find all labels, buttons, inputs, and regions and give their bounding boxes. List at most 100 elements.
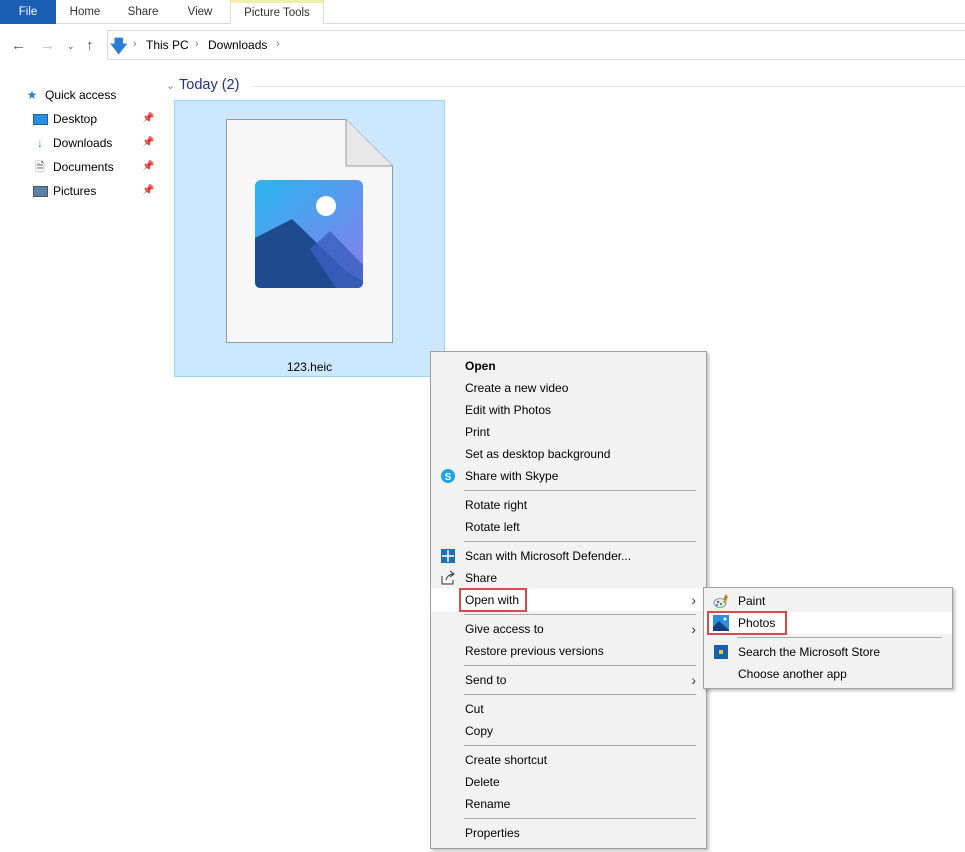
pictures-icon <box>32 181 48 201</box>
chevron-right-icon: › <box>691 592 696 608</box>
menu-item-cut[interactable]: Cut <box>431 698 706 720</box>
menu-item-send-to[interactable]: Send to › <box>431 669 706 691</box>
menu-separator <box>431 691 706 698</box>
share-icon <box>441 570 455 585</box>
open-with-submenu: Paint Photos Search the Microsoft Store Cho… <box>703 587 953 689</box>
menu-item-label: Give access to <box>465 622 544 636</box>
menu-item-print[interactable]: Print <box>431 421 706 443</box>
skype-icon: S <box>441 469 455 483</box>
menu-separator <box>704 634 952 641</box>
highlight-box <box>707 611 787 635</box>
sidebar-item-pictures[interactable]: Pictures <box>32 181 96 201</box>
download-icon: ↓ <box>37 136 43 150</box>
breadcrumb-chevron-icon: › <box>133 38 137 50</box>
menu-item-label: Send to <box>465 673 507 687</box>
menu-item-label: Rotate left <box>465 520 520 534</box>
menu-item-rotate-right[interactable]: Rotate right <box>431 494 706 516</box>
menu-item-label: Cut <box>465 702 484 716</box>
menu-item-label: Delete <box>465 775 500 789</box>
tab-home[interactable]: Home <box>60 0 110 24</box>
menu-item-label: Choose another app <box>738 667 847 681</box>
menu-item-label: Rotate right <box>465 498 528 512</box>
sidebar-item-label: Quick access <box>45 88 117 102</box>
star-icon: ★ <box>26 88 38 102</box>
menu-item-label: Restore previous versions <box>465 644 604 658</box>
tab-file[interactable]: File <box>0 0 56 24</box>
sidebar-item-label: Downloads <box>53 136 113 150</box>
context-menu: Open Create a new video Edit with Photos Pr… <box>430 351 707 849</box>
paint-icon <box>713 594 729 608</box>
menu-item-label: Open <box>465 359 496 373</box>
menu-separator <box>431 611 706 618</box>
menu-item-copy[interactable]: Copy <box>431 720 706 742</box>
chevron-down-icon: ⌄ <box>166 80 176 92</box>
menu-item-label: Rename <box>465 797 511 811</box>
up-arrow-icon[interactable]: ↑ <box>86 37 94 54</box>
image-file-icon <box>226 119 393 343</box>
sidebar-quick-access[interactable]: ★ Quick access <box>24 85 117 105</box>
menu-item-create-shortcut[interactable]: Create shortcut <box>431 749 706 771</box>
pin-icon[interactable]: 📌 <box>142 137 154 148</box>
file-name[interactable]: 123.heic <box>174 360 445 374</box>
menu-item-rename[interactable]: Rename <box>431 793 706 815</box>
menu-item-label: Create a new video <box>465 381 569 395</box>
sidebar-item-label: Desktop <box>53 112 98 126</box>
menu-item-label: Paint <box>738 594 766 608</box>
sidebar-item-downloads[interactable]: ↓ Downloads <box>32 133 112 153</box>
chevron-right-icon: › <box>691 672 696 688</box>
menu-item-choose-another-app[interactable]: Choose another app <box>704 663 952 685</box>
defender-icon <box>441 549 455 563</box>
recent-chevron-icon[interactable]: ⌄ <box>67 41 75 52</box>
menu-item-share[interactable]: Share <box>431 567 706 589</box>
pin-icon[interactable]: 📌 <box>142 185 154 196</box>
download-folder-icon: 🡇 <box>110 37 128 56</box>
tab-share[interactable]: Share <box>118 0 168 24</box>
menu-item-set-as-desktop-background[interactable]: Set as desktop background <box>431 443 706 465</box>
chevron-right-icon: › <box>691 621 696 637</box>
menu-item-restore-previous-versions[interactable]: Restore previous versions <box>431 640 706 662</box>
menu-item-give-access-to[interactable]: Give access to › <box>431 618 706 640</box>
pin-icon[interactable]: 📌 <box>142 113 154 124</box>
menu-item-rotate-left[interactable]: Rotate left <box>431 516 706 538</box>
tab-picture-tools[interactable]: Picture Tools <box>230 0 324 24</box>
menu-item-label: Scan with Microsoft Defender... <box>465 549 632 563</box>
sidebar-item-documents[interactable]: 🗎 Documents <box>32 157 114 177</box>
menu-item-edit-with-photos[interactable]: Edit with Photos <box>431 399 706 421</box>
menu-item-label: Set as desktop background <box>465 447 611 461</box>
group-label: Today (2) <box>179 77 240 93</box>
menu-item-label: Share <box>465 571 498 585</box>
sidebar-item-desktop[interactable]: Desktop <box>32 109 97 129</box>
menu-item-label: Print <box>465 425 490 439</box>
menu-item-scan-with-microsoft-defender[interactable]: Scan with Microsoft Defender... <box>431 545 706 567</box>
menu-item-label: Properties <box>465 826 520 840</box>
sidebar-item-label: Documents <box>53 160 114 174</box>
sidebar-item-label: Pictures <box>53 184 97 198</box>
svg-text:S: S <box>445 472 452 483</box>
menu-item-open[interactable]: Open <box>431 355 706 377</box>
menu-item-share-with-skype[interactable]: S Share with Skype <box>431 465 706 487</box>
tab-view[interactable]: View <box>178 0 222 24</box>
ribbon: File Home Share View Picture Tools <box>0 0 965 24</box>
menu-separator <box>431 662 706 669</box>
menu-item-label: Create shortcut <box>465 753 548 767</box>
menu-separator <box>431 538 706 545</box>
group-header-today[interactable]: ⌄ Today (2) <box>166 77 239 93</box>
breadcrumb-chevron-icon[interactable]: › <box>276 38 280 50</box>
pin-icon[interactable]: 📌 <box>142 161 154 172</box>
menu-item-label: Edit with Photos <box>465 403 552 417</box>
menu-item-label: Search the Microsoft Store <box>738 645 881 659</box>
back-arrow-icon[interactable]: ← <box>11 37 26 54</box>
menu-separator <box>431 742 706 749</box>
menu-item-search-the-microsoft-store[interactable]: Search the Microsoft Store <box>704 641 952 663</box>
menu-separator <box>431 487 706 494</box>
documents-icon: 🗎 <box>35 160 45 174</box>
menu-item-label: Share with Skype <box>465 469 559 483</box>
breadcrumb-this-pc[interactable]: This PC <box>146 38 189 52</box>
breadcrumb-chevron-icon: › <box>195 38 199 50</box>
menu-item-create-a-new-video[interactable]: Create a new video <box>431 377 706 399</box>
menu-item-properties[interactable]: Properties <box>431 822 706 844</box>
forward-arrow-icon[interactable]: → <box>40 37 55 54</box>
menu-item-delete[interactable]: Delete <box>431 771 706 793</box>
menu-item-paint[interactable]: Paint <box>704 590 952 612</box>
breadcrumb-downloads[interactable]: Downloads <box>208 38 267 52</box>
